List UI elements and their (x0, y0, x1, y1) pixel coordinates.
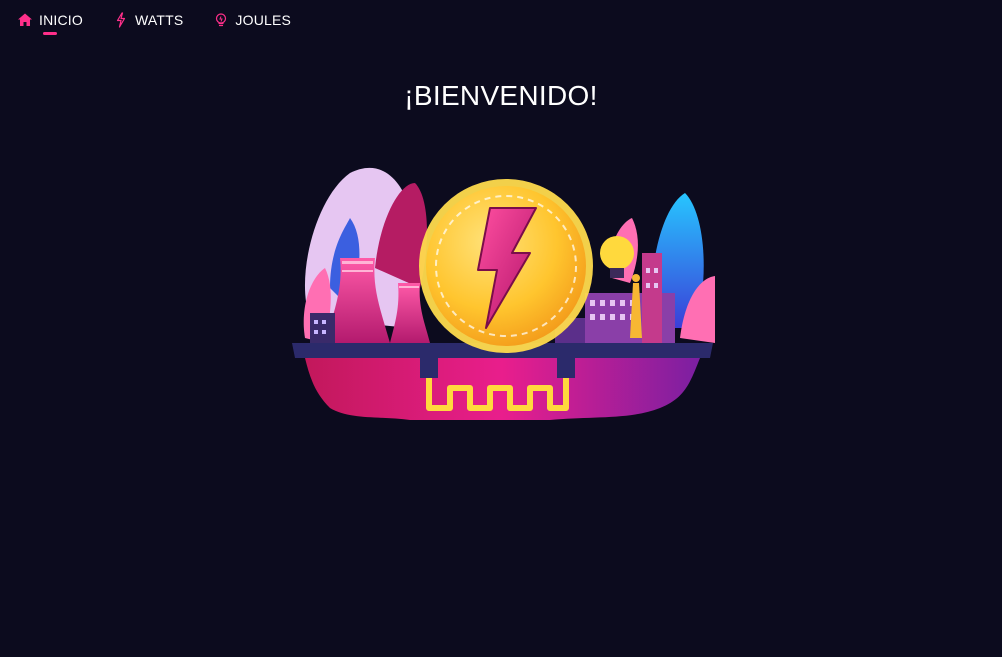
bolt-icon (113, 12, 129, 28)
top-nav: INICIO WATTS JOULES (0, 0, 321, 40)
nav-item-label: WATTS (134, 12, 184, 28)
app-root: INICIO WATTS JOULES ¡BIENVENIDO! (0, 0, 1002, 657)
nav-item-inicio[interactable]: INICIO (17, 0, 83, 40)
page-title: ¡BIENVENIDO! (404, 80, 598, 111)
energy-city-illustration (292, 167, 715, 420)
nav-item-watts[interactable]: WATTS (113, 0, 183, 40)
nav-item-label: JOULES (235, 12, 292, 28)
nav-item-joules[interactable]: JOULES (213, 0, 291, 40)
hero-illustration (290, 158, 715, 423)
bulb-icon (213, 12, 229, 28)
active-indicator (43, 32, 57, 35)
nav-item-label: INICIO (39, 12, 83, 28)
home-icon (17, 12, 33, 28)
